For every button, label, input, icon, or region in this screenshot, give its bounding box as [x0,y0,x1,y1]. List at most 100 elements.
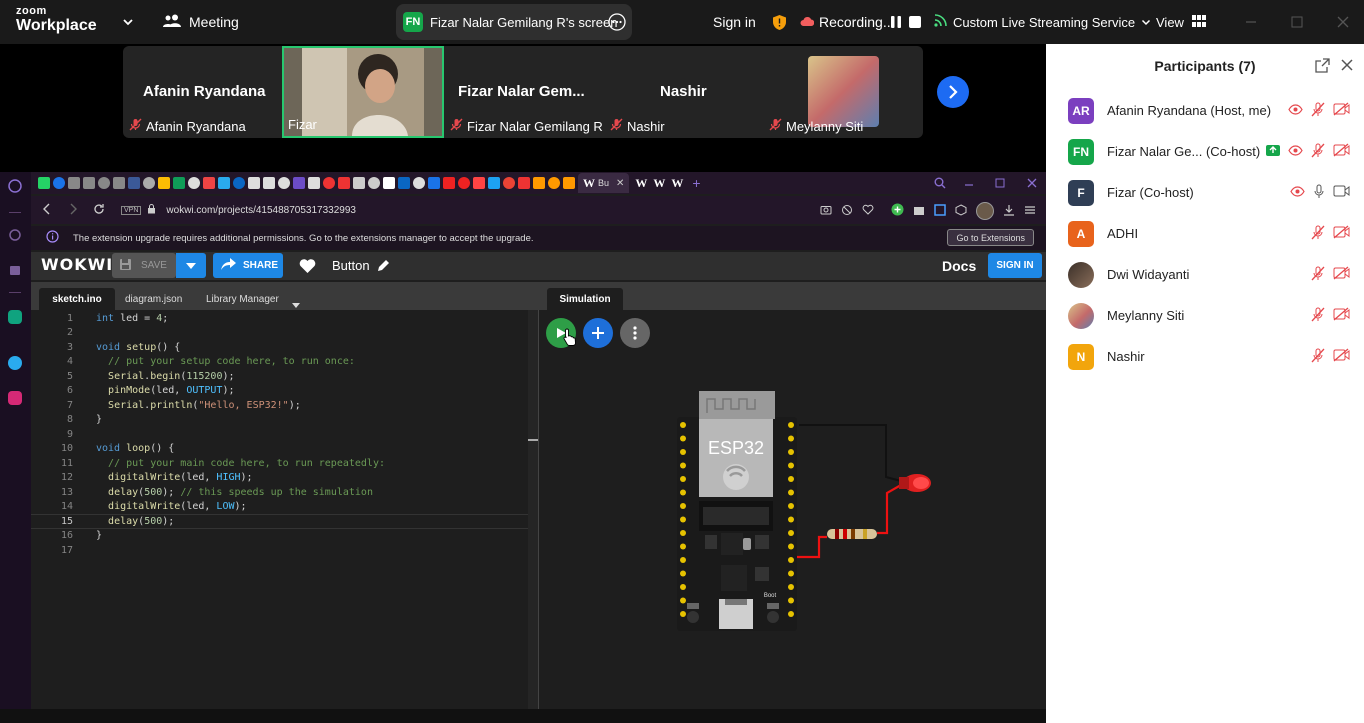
video-tile[interactable]: Afanin Ryandana Afanin Ryandana [123,46,282,138]
project-name[interactable]: Button [332,258,370,273]
close-icon[interactable] [1340,58,1354,75]
pinned-tab-icon[interactable] [158,177,170,189]
participant-row[interactable]: Dwi Widayanti [1046,254,1364,295]
code-line[interactable]: 5 Serial.begin(115200); [31,369,538,384]
pinned-tab-icon[interactable] [233,177,245,189]
pinned-tab-icon[interactable] [113,177,125,189]
tab-library-manager[interactable]: Library Manager [206,294,279,305]
active-tab[interactable]: W Bu ✕ [578,173,630,193]
chevron-down-icon[interactable] [122,0,134,44]
pinned-tab-icon[interactable] [53,177,65,189]
minimize-icon[interactable] [963,176,975,194]
search-icon[interactable] [934,176,946,194]
pinned-tab-icon[interactable] [278,177,290,189]
heart-icon[interactable] [862,204,874,218]
add-part-button[interactable] [583,318,613,348]
pinned-tab-icon[interactable] [473,177,485,189]
participant-row[interactable]: N Nashir [1046,336,1364,377]
meeting-button[interactable]: Meeting [163,0,239,44]
code-line[interactable]: 4 // put your setup code here, to run on… [31,355,538,370]
pinned-tab-icon[interactable] [128,177,140,189]
code-line[interactable]: 13 delay(500); // this speeds up the sim… [31,485,538,500]
code-line[interactable]: 17 [31,543,538,558]
back-icon[interactable] [41,203,53,218]
pinned-tab-icon[interactable] [368,177,380,189]
tab-w-icon[interactable]: W [635,176,647,191]
video-tile-active[interactable]: Fizar [282,46,444,138]
url-text[interactable]: wokwi.com/projects/415488705317332993 [166,205,356,216]
code-line[interactable]: 14 digitalWrite(led, LOW); [31,500,538,515]
signin-link[interactable]: Sign in [713,0,756,44]
view-menu[interactable]: View [1156,0,1206,44]
code-line[interactable]: 11 // put your main code here, to run re… [31,456,538,471]
docs-link[interactable]: Docs [942,258,976,274]
more-options-icon[interactable] [608,13,626,34]
pinned-tab-icon[interactable] [323,177,335,189]
pinned-tab-icon[interactable] [188,177,200,189]
code-line[interactable]: 10 void loop() { [31,442,538,457]
pinned-tab-icon[interactable] [428,177,440,189]
forward-icon[interactable] [67,203,79,218]
maximize-icon[interactable] [1290,0,1304,44]
pinned-tab-icon[interactable] [263,177,275,189]
pinned-tab-icon[interactable] [503,177,515,189]
tab-w-icon[interactable]: W [671,176,683,191]
close-icon[interactable] [1026,176,1038,194]
pinned-tab-icon[interactable] [338,177,350,189]
pinned-tab-icon[interactable] [143,177,155,189]
pinned-tab-icon[interactable] [218,177,230,189]
extensions-icon[interactable] [955,203,967,219]
participant-row[interactable]: FN Fizar Nalar Ge... (Co-host) [1046,131,1364,172]
pinned-tab-icon[interactable] [203,177,215,189]
screenshot-icon[interactable] [934,203,946,219]
tab-w-icon[interactable]: W [653,176,665,191]
pinned-tab-icon[interactable] [248,177,260,189]
participant-row[interactable]: AR Afanin Ryandana (Host, me) [1046,90,1364,131]
share-screen-pill[interactable]: FN Fizar Nalar Gemilang R's screen [396,4,632,40]
pinned-tab-icon[interactable] [83,177,95,189]
vpn-badge[interactable]: VPN [121,205,142,215]
code-line[interactable]: 7 Serial.println("Hello, ESP32!"); [31,398,538,413]
add-icon[interactable] [891,203,904,219]
code-line[interactable]: 15 delay(500); [31,514,538,529]
pencil-icon[interactable] [376,259,390,278]
pinned-tab-icon[interactable] [413,177,425,189]
code-line[interactable]: 2 [31,326,538,341]
pinned-tab-icon[interactable] [533,177,545,189]
code-line[interactable]: 1 int led = 4; [31,311,538,326]
code-editor[interactable]: 1 int led = 4; 2 3 void setup() {4 // put yo… [31,310,538,709]
pinned-tab-icon[interactable] [443,177,455,189]
pinned-tab-icon[interactable] [518,177,530,189]
tab-simulation[interactable]: Simulation [547,288,623,310]
pinned-tab-icon[interactable] [293,177,305,189]
block-icon[interactable] [841,204,853,219]
save-options-button[interactable] [176,253,206,278]
participant-row[interactable]: A ADHI [1046,213,1364,254]
pinned-tab-icon[interactable] [98,177,110,189]
pause-recording-button[interactable] [887,0,905,44]
participant-row[interactable]: F Fizar (Co-host) [1046,172,1364,213]
code-line[interactable]: 3 void setup() { [31,340,538,355]
code-line[interactable]: 12 digitalWrite(led, HIGH); [31,471,538,486]
save-button[interactable]: SAVE [112,253,176,278]
code-line[interactable]: 8} [31,413,538,428]
stop-recording-button[interactable] [907,0,923,44]
pinned-tab-icon[interactable] [548,177,560,189]
code-line[interactable]: 6 pinMode(led, OUTPUT); [31,384,538,399]
new-tab-icon[interactable]: + [692,175,700,191]
wokwi-logo[interactable]: WOKWI [41,255,113,274]
pinned-tab-icon[interactable] [458,177,470,189]
download-icon[interactable] [1003,204,1015,219]
camera-icon[interactable] [820,204,832,218]
pinned-tab-icon[interactable] [308,177,320,189]
pinned-tab-icon[interactable] [353,177,365,189]
profile-avatar[interactable] [976,202,994,220]
maximize-icon[interactable] [994,176,1006,194]
video-tile[interactable]: Nashir Nashir [604,46,763,138]
more-options-button[interactable] [620,318,650,348]
close-icon[interactable] [1336,0,1350,44]
code-line[interactable]: 16} [31,529,538,544]
editor-scrollbar[interactable] [528,310,538,709]
menu-icon[interactable] [1024,204,1036,219]
gallery-next-button[interactable] [937,76,969,108]
